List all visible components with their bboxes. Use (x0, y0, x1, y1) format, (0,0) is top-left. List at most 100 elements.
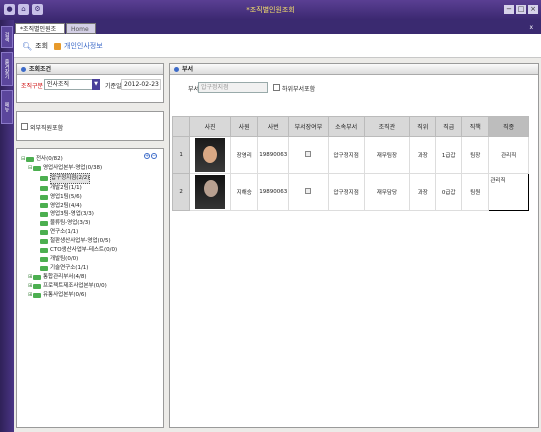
tree-node-label: 물류팀-영업(3/3) (50, 220, 91, 227)
dept-header: 부서 (170, 64, 538, 75)
tree-node[interactable]: 개발팀(0/0) (21, 255, 117, 264)
column-header[interactable]: 조직관 (363, 116, 411, 137)
tab-home[interactable]: Home (66, 23, 96, 34)
folder-icon (33, 283, 41, 289)
tree-node[interactable]: ⊟ 영업사업본부-영업(0/38) (21, 164, 117, 173)
dept-cell[interactable]: 압구정지점 (327, 136, 365, 174)
criteria-header: 조회조건 (17, 64, 163, 75)
title-cell[interactable]: 팀장 (461, 136, 490, 174)
table-row[interactable]: 1 장영리 19890063 압구정지점 재무팀장 과장 1급갑 팀장 관리직 (171, 136, 529, 174)
folder-icon (40, 194, 48, 200)
column-header[interactable]: 직책 (461, 116, 490, 137)
column-header[interactable]: 사원 (230, 116, 259, 137)
column-header[interactable]: 사번 (257, 116, 290, 137)
folder-icon (40, 239, 48, 245)
include-external-label: 외부직원포함 (30, 125, 64, 132)
org-tree-panel: + − ⊟ 전사(0/82) ⊟ 영업사업본부-영업(0/38) 압구정지점(2/2) 개… (16, 148, 164, 428)
tree-node[interactable]: 철판생산사업부-영업(0/5) (21, 237, 117, 246)
chevron-down-icon[interactable]: ▼ (92, 79, 100, 90)
table-row[interactable]: 2 지해승 19890063 압구정지점 재무담당 과장 0급갑 팀원 관리직 (171, 173, 529, 211)
tree-node[interactable]: 연구소(1/1) (21, 228, 117, 237)
is-head-cell[interactable] (288, 173, 329, 211)
close-all-tabs-button[interactable]: x (529, 24, 533, 31)
column-header[interactable]: 부서장여부 (288, 116, 329, 137)
tree-node-label: 영업1팀(5/6) (50, 193, 82, 200)
collapse-all-icon[interactable]: − (151, 153, 157, 159)
employee-photo (195, 175, 226, 209)
tree-node[interactable]: 영업3팀-영업(3/3) (21, 210, 117, 219)
close-button[interactable]: × (528, 5, 538, 14)
org-cell[interactable]: 재무팀장 (363, 136, 411, 174)
is-head-checkbox[interactable] (305, 151, 312, 157)
folder-icon (33, 274, 41, 280)
photo-cell (189, 173, 232, 211)
tree-node[interactable]: 물류팀-영업(3/3) (21, 219, 117, 228)
criteria-panel: 조회조건 조직구분 인사조직 ▼ 기준일 2012-02-23 (16, 63, 164, 103)
content-area: 🔍︎ 조회 개인인사정보 조회조건 조직구분 인사조직 ▼ 기준일 2012-0… (14, 34, 541, 432)
org-cell[interactable]: 재무담당 (363, 173, 411, 211)
tree-node[interactable]: CTO생산사업부-테스트(0/0) (21, 246, 117, 255)
job-cell-selected[interactable]: 관리직 (488, 173, 529, 211)
tree-node[interactable]: 기술연구소(1/1) (21, 264, 117, 273)
nav-favorites-tab[interactable]: 즐겨찾기 (1, 52, 13, 86)
tree-node-label: 유통사업본부(0/6) (43, 291, 87, 298)
search-button[interactable]: 🔍︎ 조회 (22, 41, 48, 51)
personal-info-button[interactable]: 개인인사정보 (54, 41, 103, 51)
nav-menu-tab[interactable]: 메뉴 (1, 90, 13, 124)
folder-icon (33, 165, 41, 171)
column-header[interactable]: 직급 (435, 116, 463, 137)
tree-node-label: 프로젝트제조사업본부(0/0) (43, 282, 107, 289)
include-sub-checkbox[interactable] (273, 84, 280, 91)
restore-button[interactable]: □ (516, 5, 526, 14)
person-card-icon (54, 42, 61, 50)
window-titlebar: ● ⌂ ⚙ *조직별인원조회 − □ × (0, 0, 541, 20)
dept-input[interactable]: 압구정지점 (198, 82, 268, 93)
name-cell[interactable]: 지해승 (230, 173, 259, 211)
is-head-cell[interactable] (288, 136, 329, 174)
tab-org-staff[interactable]: *조직별인원조회 × (15, 23, 65, 44)
name-cell[interactable]: 장영리 (230, 136, 259, 174)
document-tabs: *조직별인원조회 × Home x (14, 20, 541, 44)
column-header[interactable]: 직위 (409, 116, 437, 137)
rank-cell[interactable]: 과장 (409, 136, 437, 174)
panel-bullet-icon (21, 67, 26, 72)
expand-all-icon[interactable]: + (144, 153, 150, 159)
rank-cell[interactable]: 과장 (409, 173, 437, 211)
job-cell[interactable]: 관리직 (488, 136, 529, 174)
folder-icon (40, 230, 48, 236)
grade-cell[interactable]: 1급갑 (435, 136, 463, 174)
tree-node-label: 전사(0/82) (36, 156, 63, 162)
nav-search-tab[interactable]: 검색 (1, 26, 13, 48)
tree-node[interactable]: 압구정지점(2/2) (21, 172, 117, 184)
folder-icon (40, 248, 48, 254)
base-date-input[interactable]: 2012-02-23 (121, 79, 161, 90)
tree-node-label: 영업2팀(4/4) (50, 202, 82, 209)
tree-node[interactable]: ⊞ 통합관리부서(4/8) (21, 273, 117, 282)
tree-node[interactable]: 영업2팀(4/4) (21, 202, 117, 211)
tree-node[interactable]: 영업1팀(5/6) (21, 193, 117, 202)
tree-controls: + − (144, 153, 157, 159)
id-cell[interactable]: 19890063 (257, 136, 290, 174)
tree-node-label: CTO생산사업부-테스트(0/0) (50, 247, 118, 254)
title-cell[interactable]: 팀원 (461, 173, 490, 211)
column-header[interactable]: 직종 (488, 116, 529, 137)
tree-node[interactable]: ⊞ 프로젝트제조사업본부(0/0) (21, 282, 117, 291)
is-head-checkbox[interactable] (305, 188, 312, 194)
column-header[interactable]: 사진 (189, 116, 232, 137)
include-external-checkbox[interactable] (21, 123, 28, 130)
tree-node-label: 개발2팀(1/1) (50, 184, 82, 191)
tree-node[interactable]: ⊟ 전사(0/82) (21, 155, 117, 164)
tree-node-label: 개발팀(0/0) (50, 255, 79, 262)
dept-cell[interactable]: 압구정지점 (327, 173, 365, 211)
tree-node[interactable]: 개발2팀(1/1) (21, 184, 117, 193)
minimize-button[interactable]: − (504, 5, 514, 14)
dept-title: 부서 (182, 66, 194, 73)
tree-node[interactable]: ⊞ 유통사업본부(0/6) (21, 291, 117, 300)
grade-cell[interactable]: 0급갑 (435, 173, 463, 211)
org-tree: ⊟ 전사(0/82) ⊟ 영업사업본부-영업(0/38) 압구정지점(2/2) 개발2팀(… (21, 155, 117, 300)
column-header[interactable]: 소속부서 (327, 116, 365, 137)
id-cell[interactable]: 19890063 (257, 173, 290, 211)
tree-node-label: 철판생산사업부-영업(0/5) (50, 238, 111, 245)
org-type-select[interactable]: 인사조직 (44, 79, 93, 90)
employee-photo (195, 138, 226, 172)
